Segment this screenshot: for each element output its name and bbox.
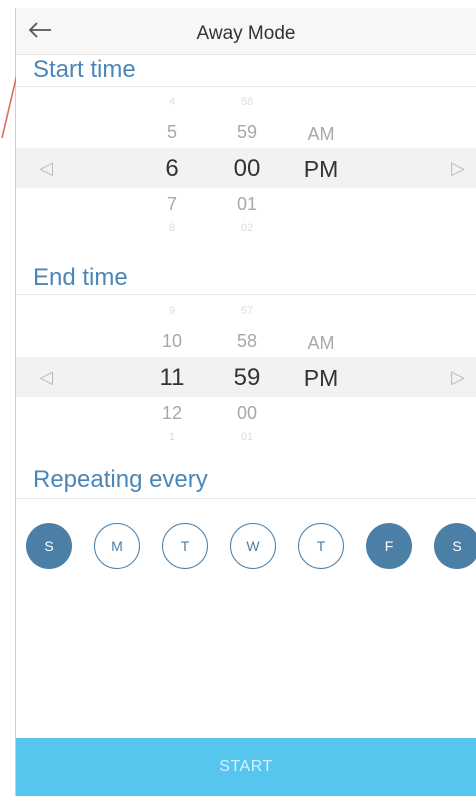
day-toggle-tuesday[interactable]: T [162,523,208,569]
day-toggle-wednesday[interactable]: W [230,523,276,569]
day-toggle-thursday[interactable]: T [298,523,344,569]
end-period-option[interactable]: AM [291,333,351,354]
chevron-left-icon[interactable]: ◁ [36,365,56,389]
start-minute-option[interactable]: 01 [217,194,277,215]
end-hour-option[interactable]: 9 [142,305,202,317]
start-time-heading: Start time [33,56,136,83]
phone-screen: Away Mode Start time ◁ ▷ 4 5 6 7 8 58 59… [16,8,476,796]
start-period-option[interactable]: AM [291,124,351,145]
end-hour-selected[interactable]: 11 [142,364,202,392]
start-hour-option[interactable]: 5 [142,122,202,143]
day-toggle-monday[interactable]: M [94,523,140,569]
start-period-selected[interactable]: PM [291,156,351,183]
repeat-divider [16,498,476,499]
end-minute-selected[interactable]: 59 [217,364,277,392]
end-minute-option[interactable]: 01 [217,431,277,443]
weekday-selector: S M T W T F S [16,518,476,578]
day-toggle-saturday[interactable]: S [434,523,476,569]
end-period-selected[interactable]: PM [291,365,351,392]
chevron-right-icon[interactable]: ▷ [448,365,468,389]
end-hour-option[interactable]: 1 [142,431,202,443]
end-minute-option[interactable]: 58 [217,331,277,352]
start-minute-option[interactable]: 59 [217,122,277,143]
page-title: Away Mode [196,23,296,44]
day-toggle-friday[interactable]: F [366,523,412,569]
end-minute-option[interactable]: 00 [217,403,277,424]
day-toggle-sunday[interactable]: S [26,523,72,569]
start-time-picker[interactable]: ◁ ▷ 4 5 6 7 8 58 59 00 01 02 AM PM [16,88,476,238]
start-hour-selected[interactable]: 6 [142,155,202,183]
start-time-divider [16,86,476,87]
end-time-picker[interactable]: ◁ ▷ 9 10 11 12 1 57 58 59 00 01 AM PM [16,297,476,447]
start-hour-option[interactable]: 4 [142,96,202,108]
repeat-heading: Repeating every [33,466,208,493]
header: Away Mode [16,8,476,55]
start-minute-option[interactable]: 02 [217,222,277,234]
chevron-right-icon[interactable]: ▷ [448,156,468,180]
end-hour-option[interactable]: 12 [142,403,202,424]
end-time-heading: End time [33,264,128,291]
end-time-divider [16,294,476,295]
start-hour-option[interactable]: 8 [142,222,202,234]
start-minute-option[interactable]: 58 [217,96,277,108]
chevron-left-icon[interactable]: ◁ [36,156,56,180]
start-minute-selected[interactable]: 00 [217,155,277,183]
end-hour-option[interactable]: 10 [142,331,202,352]
start-hour-option[interactable]: 7 [142,194,202,215]
end-minute-option[interactable]: 57 [217,305,277,317]
start-button[interactable]: START [16,738,476,796]
